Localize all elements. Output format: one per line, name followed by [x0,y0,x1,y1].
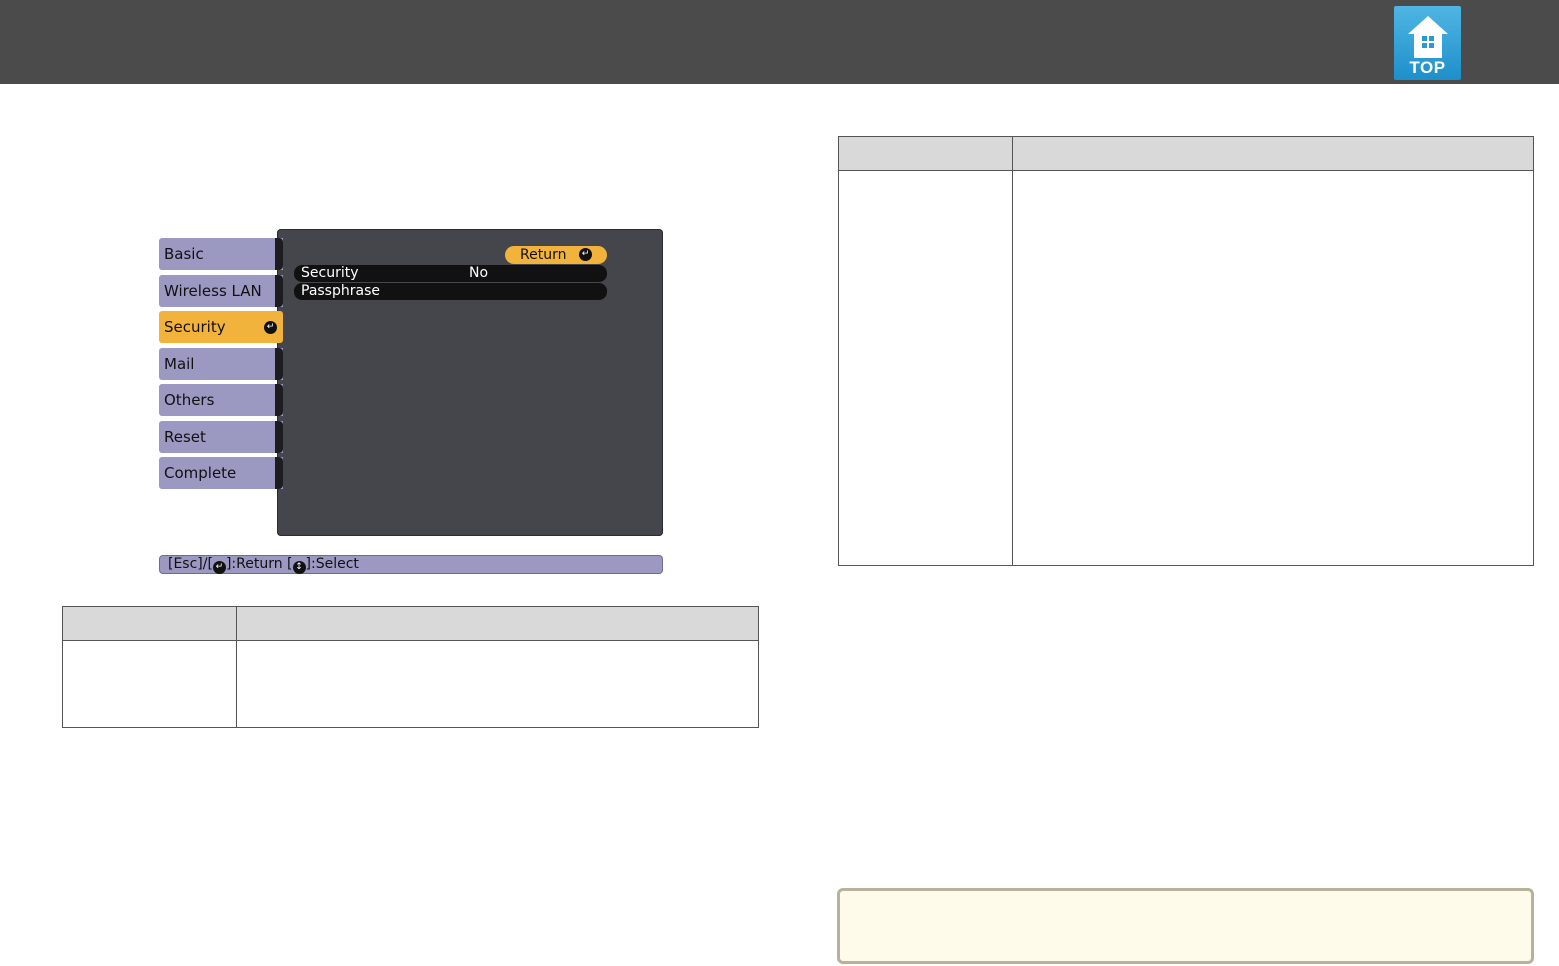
hint-select: ]:Select [305,556,359,572]
sidebar-item-mail[interactable]: Mail [159,348,283,380]
table-header-row [62,606,759,641]
security-value: No [469,265,489,281]
return-label: Return [520,247,567,263]
enter-icon: ↵ [264,321,277,334]
return-button[interactable]: Return ↵ [505,246,607,264]
home-icon [1408,16,1448,58]
passphrase-label: Passphrase [301,283,380,299]
table-cell [1012,170,1534,566]
table-row [838,170,1534,566]
up-down-icon: ↕ [292,561,306,574]
top-label: TOP [1409,58,1446,77]
sidebar-item-label: Others [164,391,215,409]
settings-table-right [838,136,1534,566]
passphrase-row[interactable]: Passphrase [294,283,607,300]
key-hint-bar: [Esc]/[↵]:Return [↕]:Select [159,555,663,574]
table-header-cell [1012,136,1534,171]
table-header-cell [62,606,237,641]
note-box [837,888,1534,964]
header-bar [0,0,1559,84]
enter-icon: ↵ [212,561,226,574]
sidebar-item-label: Basic [164,245,204,263]
security-row[interactable]: Security No [294,265,607,282]
table-header-cell [838,136,1013,171]
table-row [62,640,759,728]
table-cell [236,640,759,728]
sidebar-item-security[interactable]: Security ↵ [159,311,283,343]
enter-icon: ↵ [579,248,592,261]
sidebar-item-label: Complete [164,464,237,482]
sidebar-item-others[interactable]: Others [159,384,283,416]
sidebar-item-label: Mail [164,355,195,373]
sidebar-item-label: Reset [164,428,206,446]
sidebar-item-reset[interactable]: Reset [159,421,283,453]
sidebar-item-label: Security [164,318,226,336]
sidebar-item-basic[interactable]: Basic [159,238,283,270]
sidebar-item-complete[interactable]: Complete [159,457,283,489]
hint-return: ]:Return [ [225,556,293,572]
sidebar-item-wireless-lan[interactable]: Wireless LAN [159,275,283,307]
hint-esc: [Esc]/[ [168,556,213,572]
table-cell [838,170,1013,566]
table-cell [62,640,237,728]
settings-table-left [62,606,759,728]
top-button[interactable]: TOP [1394,6,1461,80]
sidebar-item-label: Wireless LAN [164,282,262,300]
table-header-cell [236,606,759,641]
security-label: Security [301,265,359,281]
table-header-row [838,136,1534,171]
